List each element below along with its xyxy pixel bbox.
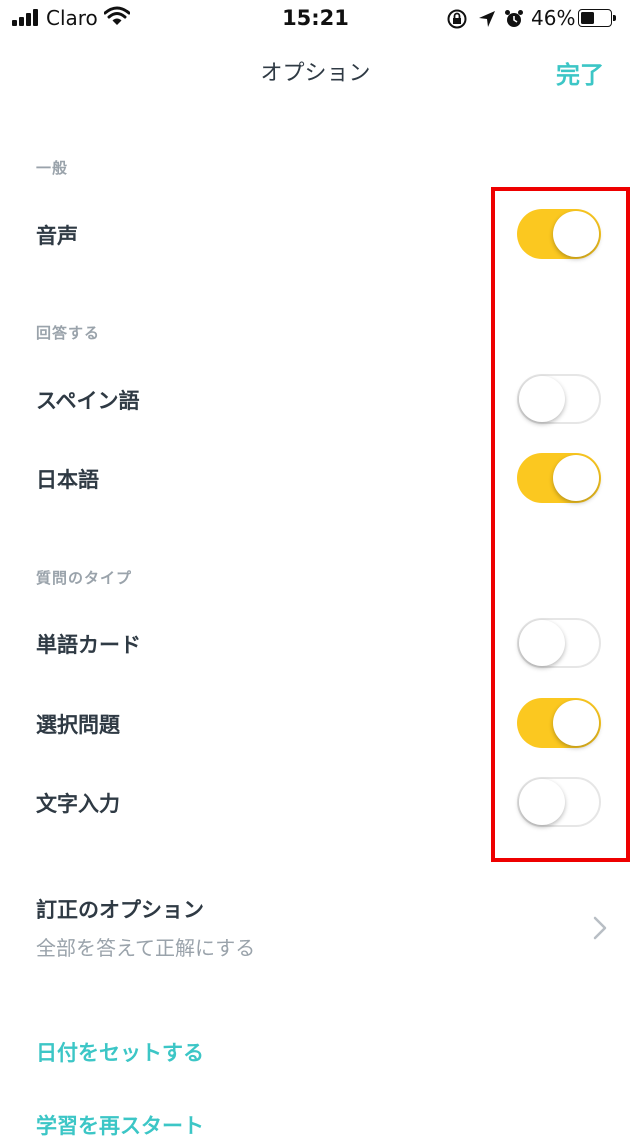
alarm-icon [505,10,523,27]
row-label-audio: 音声 [36,224,78,248]
restart-learning-link[interactable]: 学習を再スタート [36,1110,204,1140]
battery-percent: 46% [531,6,576,30]
row-label-spanish: スペイン語 [36,389,140,413]
row-label-flashcards: 単語カード [36,633,141,657]
battery-icon [578,9,616,27]
correction-options-title[interactable]: 訂正のオプション [36,894,204,924]
set-date-link[interactable]: 日付をセットする [36,1037,204,1067]
correction-options-subtitle: 全部を答えて正解にする [36,936,256,960]
page-title: オプション [260,61,371,86]
status-bar: Claro 15:21 46% [0,0,631,36]
location-icon [479,11,495,27]
section-header-general: 一般 [36,159,69,177]
chevron-right-icon[interactable] [590,915,610,941]
section-header-answer: 回答する [36,324,101,342]
done-button[interactable]: 完了 [556,55,604,90]
orientation-lock-icon [447,9,467,29]
row-label-multiple-choice: 選択問題 [36,713,120,737]
section-header-question-types: 質問のタイプ [36,569,133,587]
row-label-japanese: 日本語 [36,468,99,492]
row-label-text-input: 文字入力 [36,792,120,816]
toggle-highlight-box [491,187,630,862]
